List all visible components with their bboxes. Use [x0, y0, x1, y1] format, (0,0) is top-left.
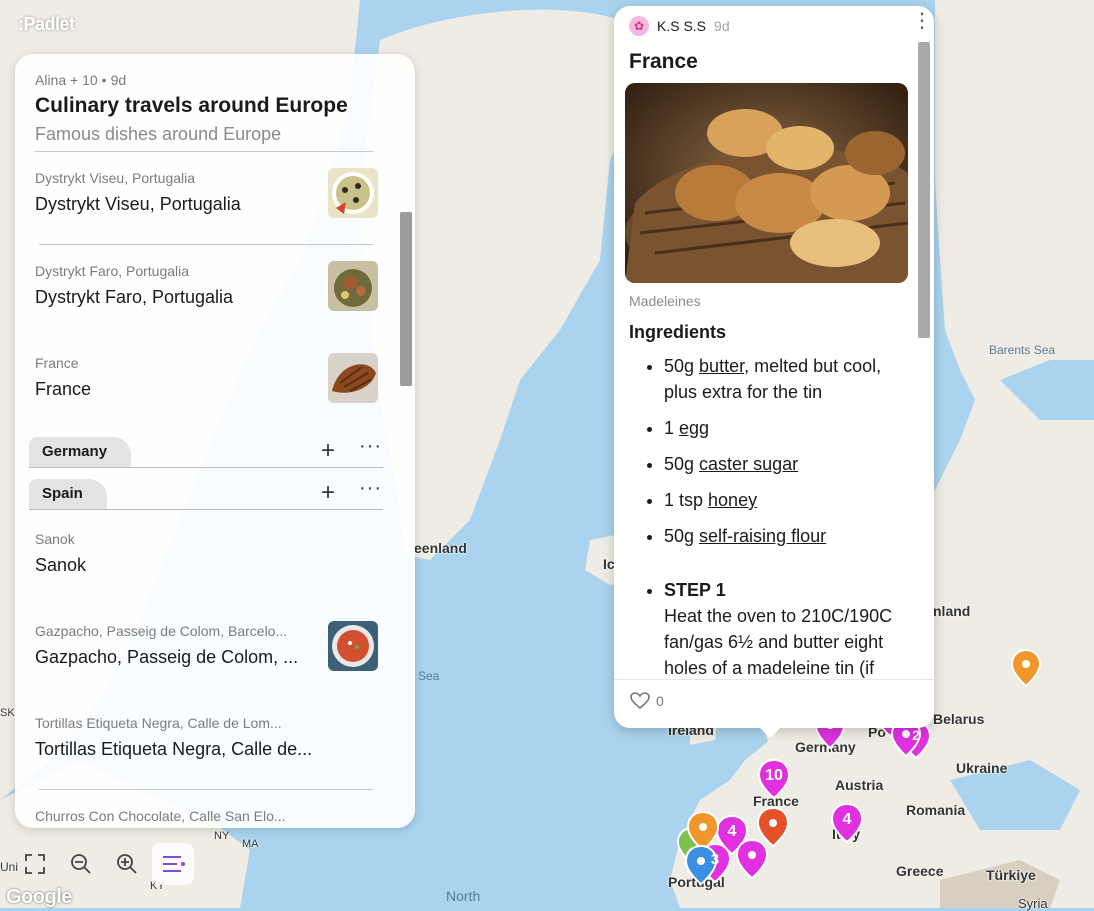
map-pin-russia[interactable] — [1010, 648, 1042, 688]
post-title: France — [35, 379, 92, 399]
ingredient-item: 50g butter, melted but cool, plus extra … — [664, 353, 909, 405]
map-pin-barcelona[interactable] — [735, 838, 769, 880]
ingredient-link[interactable]: egg — [679, 418, 709, 438]
panel-scrollbar[interactable] — [400, 212, 412, 386]
post-title: Dystrykt Faro, Portugalia — [35, 287, 234, 307]
section-germany: Germany + ··· — [15, 429, 415, 471]
post-subject: Churros Con Chocolate, Calle San Elo... — [35, 808, 286, 824]
section-divider — [29, 467, 383, 468]
map-pin-marseille[interactable] — [756, 806, 790, 848]
list-item[interactable]: Dystrykt Faro, Portugalia Dystrykt Faro,… — [15, 245, 415, 337]
post-age: 9d — [714, 18, 730, 34]
ingredient-item: 1 egg — [664, 415, 909, 441]
board-header: Alina + 10 • 9d Culinary travels around Eu… — [15, 54, 415, 145]
map-toolbar — [14, 842, 194, 886]
post-title: Tortillas Etiqueta Negra, Calle de... — [35, 739, 313, 759]
list-item[interactable]: France France — [15, 337, 415, 429]
list-item[interactable]: Dystrykt Viseu, Portugalia Dystrykt Vise… — [15, 152, 415, 244]
meta-dot: • — [101, 72, 107, 88]
step-item: STEP 1 Heat the oven to 210C/190C fan/gas… — [664, 577, 909, 681]
board-title: Culinary travels around Europe — [35, 94, 348, 117]
ingredients-heading: Ingredients — [629, 322, 727, 342]
ingredient-item: 50g self-raising flour — [664, 523, 909, 549]
post-card: ✿ K.S S.S 9d ⋮ France Madeleines Ingredi… — [614, 6, 934, 728]
ingredient-link[interactable]: butter, — [699, 356, 749, 376]
post-subject: Dystrykt Viseu, Portugalia — [35, 170, 196, 186]
like-button[interactable]: 0 — [630, 692, 664, 710]
post-subject: France — [35, 355, 79, 371]
step-heading: STEP 1 — [664, 580, 726, 600]
card-pointer — [758, 726, 782, 738]
card-scrollbar[interactable] — [918, 42, 930, 338]
add-post-icon[interactable]: + — [321, 439, 335, 463]
card-footer-divider — [614, 679, 934, 680]
ingredient-link[interactable]: caster sugar — [699, 454, 798, 474]
board-meta: Alina + 10 • 9d — [35, 72, 395, 88]
like-count: 0 — [656, 693, 664, 709]
zoom-in-icon — [117, 854, 137, 874]
board-panel: Alina + 10 • 9d Culinary travels around Eu… — [15, 54, 415, 828]
board-subtitle: Famous dishes around Europe — [35, 124, 282, 144]
post-title: Dystrykt Viseu, Portugalia — [35, 194, 241, 214]
heart-icon — [630, 692, 650, 710]
section-tab-germany[interactable]: Germany — [29, 437, 132, 467]
zoom-out-icon — [71, 854, 91, 874]
post-thumbnail[interactable] — [328, 621, 378, 671]
pin-count-portugal: 3 — [710, 851, 720, 868]
ingredient-item: 1 tsp honey — [664, 487, 909, 513]
board-author[interactable]: Alina + 10 — [35, 72, 98, 88]
steps-list: STEP 1 Heat the oven to 210C/190C fan/gas… — [629, 577, 909, 681]
post-subject: Sanok — [35, 531, 75, 547]
post-subject: Gazpacho, Passeig de Colom, Barcelo... — [35, 623, 288, 639]
post-thumbnail[interactable] — [328, 353, 378, 403]
ingredient-item: 50g caster sugar — [664, 451, 909, 477]
pin-count-poland: 2 — [912, 727, 920, 743]
post-subject: Dystrykt Faro, Portugalia — [35, 263, 190, 279]
google-logo: Google — [6, 886, 72, 908]
ingredient-link[interactable]: honey — [708, 490, 757, 510]
list-item[interactable]: Tortillas Etiqueta Negra, Calle de Lom..… — [15, 697, 415, 789]
post-thumbnail[interactable] — [328, 168, 378, 218]
fullscreen-button[interactable] — [14, 843, 56, 885]
post-body: Ingredients 50g butter, melted but cool,… — [629, 322, 909, 682]
post-thumbnail[interactable] — [328, 261, 378, 311]
add-post-icon[interactable]: + — [321, 481, 335, 505]
post-title: France — [629, 50, 698, 73]
pin-count-italy: 4 — [842, 811, 852, 828]
post-title: Gazpacho, Passeig de Colom, ... — [35, 647, 299, 667]
pin-count-spain: 4 — [727, 823, 737, 840]
ingredients-list: 50g butter, melted but cool, plus extra … — [629, 353, 909, 549]
board-age: 9d — [110, 72, 127, 88]
ingredient-link[interactable]: self-raising flour — [699, 526, 826, 546]
image-caption: Madeleines — [629, 293, 701, 309]
section-divider — [29, 509, 383, 510]
list-item[interactable]: Gazpacho, Passeig de Colom, Barcelo... G… — [15, 605, 415, 697]
list-item[interactable]: Churros Con Chocolate, Calle San Elo... — [15, 790, 415, 828]
post-image[interactable] — [625, 83, 908, 283]
more-options-icon[interactable]: ··· — [359, 435, 382, 458]
zoom-in-button[interactable] — [106, 843, 148, 885]
post-title: Sanok — [35, 555, 87, 575]
list-icon — [163, 856, 185, 872]
fullscreen-icon — [25, 854, 45, 874]
kebab-menu-icon[interactable]: ⋮ — [912, 11, 932, 31]
section-spain: Spain + ··· — [15, 471, 415, 513]
author-name[interactable]: K.S S.S — [657, 18, 706, 34]
avatar[interactable]: ✿ — [629, 16, 649, 36]
more-options-icon[interactable]: ··· — [359, 477, 382, 500]
list-toggle-button[interactable] — [152, 843, 194, 885]
section-tab-spain[interactable]: Spain — [29, 479, 107, 509]
step-text: Heat the oven to 210C/190C fan/gas 6½ an… — [664, 606, 893, 678]
padlet-logo[interactable]: :Padlet — [18, 14, 75, 35]
card-author: ✿ K.S S.S 9d — [629, 16, 730, 36]
zoom-out-button[interactable] — [60, 843, 102, 885]
pin-count-france: 10 — [765, 767, 783, 784]
post-subject: Tortillas Etiqueta Negra, Calle de Lom..… — [35, 715, 282, 731]
list-item[interactable]: Sanok Sanok — [15, 513, 415, 605]
